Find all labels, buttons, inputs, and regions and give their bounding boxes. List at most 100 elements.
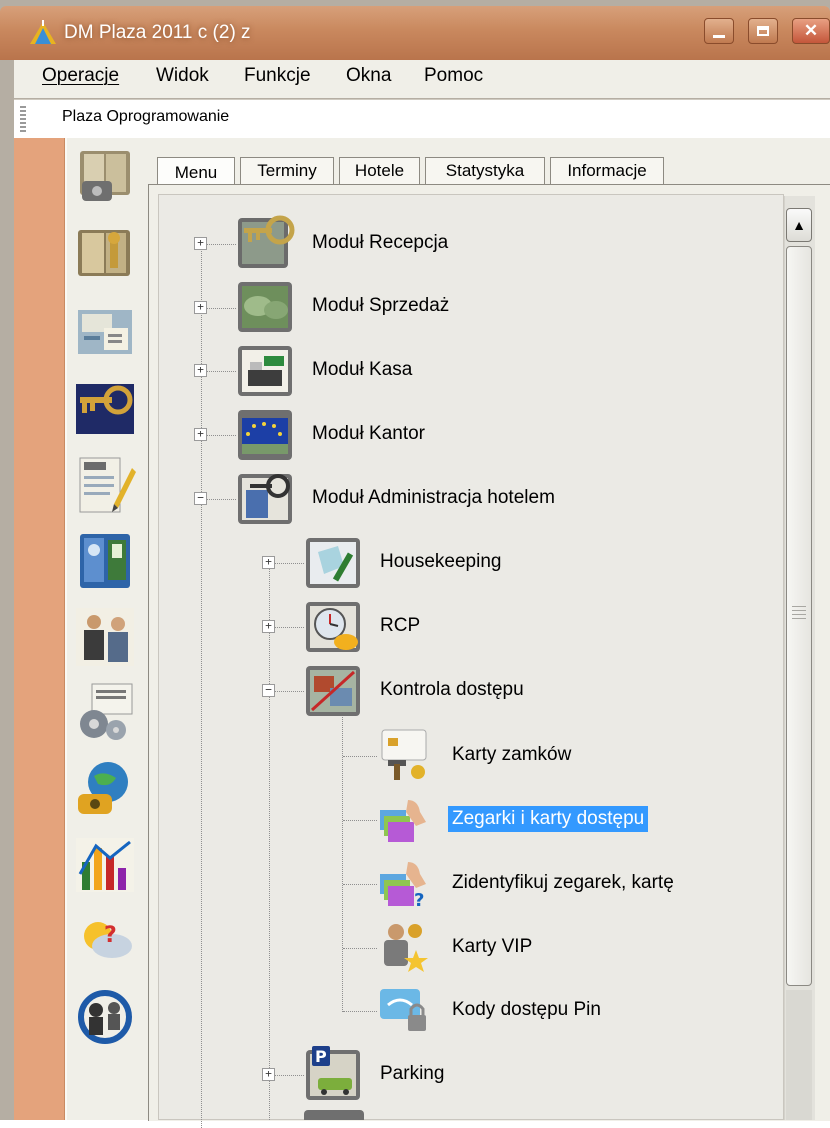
tab-statystyka[interactable]: Statystyka [425, 157, 545, 185]
close-icon: ✕ [803, 21, 819, 40]
tab-terminy[interactable]: Terminy [240, 157, 334, 185]
statistics-chart-icon[interactable] [74, 834, 136, 896]
plus-icon: + [194, 237, 207, 250]
app-logo-icon [30, 20, 56, 44]
menu-okna-label: Okna [346, 65, 392, 86]
vip-card-icon[interactable] [378, 920, 430, 974]
tree-connector [270, 627, 304, 628]
identify-card-icon[interactable]: ? [378, 856, 430, 910]
tree-node-kantor[interactable]: Moduł Kantor [308, 421, 429, 447]
plus-icon: + [194, 301, 207, 314]
tab-hotele[interactable]: Hotele [339, 157, 420, 185]
menu-pomoc[interactable]: Pomoc [424, 65, 483, 87]
tree-node-housekeeping[interactable]: Housekeeping [376, 549, 505, 575]
maximize-button[interactable] [748, 18, 778, 44]
tab-hotele-label: Hotele [354, 161, 405, 180]
menu-widok[interactable]: Widok [156, 65, 209, 87]
tree-node-kontrola-dostepu[interactable]: Kontrola dostępu [376, 677, 528, 703]
tree-node-kasa-expander[interactable]: + [194, 364, 207, 377]
minus-icon: − [194, 492, 207, 505]
tree-connector [202, 308, 236, 309]
svg-text:?: ? [104, 923, 117, 948]
tree-connector [202, 435, 236, 436]
recepcja-book-phone-icon[interactable] [74, 145, 136, 207]
tree-connector [342, 700, 343, 1012]
svg-text:?: ? [414, 890, 424, 910]
kantor-key-night-icon[interactable] [74, 378, 136, 440]
tree-node-parking-expander[interactable]: + [262, 1068, 275, 1081]
toolbar-grip-icon[interactable] [20, 106, 26, 132]
menu-funkcje-label: Funkcje [244, 65, 311, 86]
tree-node-rcp-expander[interactable]: + [262, 620, 275, 633]
tree-connector [343, 820, 377, 821]
tree-node-recepcja-expander[interactable]: + [194, 237, 207, 250]
menu-operacje[interactable]: Operacje [42, 65, 119, 87]
tab-informacje[interactable]: Informacje [550, 157, 664, 185]
tree-node-parking[interactable]: Parking [376, 1061, 448, 1087]
tab-menu[interactable]: Menu [157, 157, 235, 187]
menu-okna[interactable]: Okna [346, 65, 391, 87]
tree-node-administracja-expander[interactable]: − [194, 492, 207, 505]
tree-connector [343, 1011, 377, 1012]
clock-helmet-icon[interactable] [304, 596, 364, 656]
arrow-up-icon: ▲ [792, 217, 806, 233]
settings-gears-icon[interactable] [74, 682, 136, 744]
sync-users-icon[interactable] [74, 986, 136, 1048]
tree-node-kasa[interactable]: Moduł Kasa [308, 357, 416, 383]
tree-connector [343, 884, 377, 885]
lock-card-icon[interactable] [378, 728, 430, 782]
tree-node-recepcja[interactable]: Moduł Recepcja [308, 230, 452, 256]
tree-connector [270, 1075, 304, 1076]
tree-node-sprzedaz[interactable]: Moduł Sprzedaż [308, 293, 453, 319]
sprzedaz-book-key-icon[interactable] [74, 222, 136, 284]
tree-node-kody-pin[interactable]: Kody dostępu Pin [448, 997, 605, 1023]
tree-node-kantor-expander[interactable]: + [194, 428, 207, 441]
tab-menu-label: Menu [174, 162, 218, 182]
kasa-documents-icon[interactable] [74, 300, 136, 362]
vat-pencil-icon[interactable] [74, 454, 136, 516]
keys-icon[interactable] [236, 212, 296, 272]
cleaning-icon[interactable] [304, 532, 364, 592]
tree-node-kontrola-expander[interactable]: − [262, 684, 275, 697]
address-bar-text: Plaza Oprogramowanie [62, 108, 230, 125]
tree-connector [202, 499, 236, 500]
staff-people-icon[interactable] [74, 606, 136, 668]
close-button[interactable]: ✕ [792, 18, 830, 44]
euro-flag-icon[interactable] [236, 404, 296, 464]
cash-register-icon[interactable] [236, 340, 296, 400]
scroll-grip-icon [792, 606, 806, 620]
tree-connector [269, 564, 270, 1120]
admin-key-icon[interactable] [236, 468, 296, 528]
menu-funkcje[interactable]: Funkcje [244, 65, 311, 87]
parking-icon[interactable]: P [304, 1044, 364, 1104]
tree-connector [201, 246, 202, 1128]
money-icon[interactable] [236, 276, 296, 336]
window-title: DM Plaza 2011 c (2) z [64, 22, 251, 43]
menu-operacje-label: Operacje [42, 65, 120, 86]
tree-connector [343, 756, 377, 757]
minimize-button[interactable] [704, 18, 734, 44]
weather-help-icon[interactable]: ? [74, 910, 136, 972]
plus-icon: + [262, 620, 275, 633]
access-control-icon[interactable] [304, 660, 364, 720]
left-accent-stripe [14, 138, 65, 1120]
safe-icon[interactable] [74, 530, 136, 592]
scroll-track[interactable] [786, 990, 812, 1120]
tree-node-administracja[interactable]: Moduł Administracja hotelem [308, 485, 559, 511]
globe-phone-icon[interactable] [74, 758, 136, 820]
pin-code-icon[interactable] [378, 983, 430, 1037]
tree-node-karty-vip[interactable]: Karty VIP [448, 934, 536, 960]
tree-node-karty-zamkow[interactable]: Karty zamków [448, 742, 575, 768]
tab-informacje-label: Informacje [567, 161, 647, 180]
tree-node-rcp[interactable]: RCP [376, 613, 424, 639]
tree-node-sprzedaz-expander[interactable]: + [194, 301, 207, 314]
menu-bar [14, 60, 830, 98]
scroll-up-button[interactable]: ▲ [786, 208, 812, 242]
access-cards-hand-icon[interactable] [378, 792, 430, 846]
tree-connector [270, 563, 304, 564]
tree-node-housekeeping-expander[interactable]: + [262, 556, 275, 569]
minus-icon: − [262, 684, 275, 697]
tree-node-zidentyfikuj[interactable]: Zidentyfikuj zegarek, kartę [448, 870, 678, 896]
plus-icon: + [194, 428, 207, 441]
tree-node-zegarki-karty[interactable]: Zegarki i karty dostępu [448, 806, 649, 832]
